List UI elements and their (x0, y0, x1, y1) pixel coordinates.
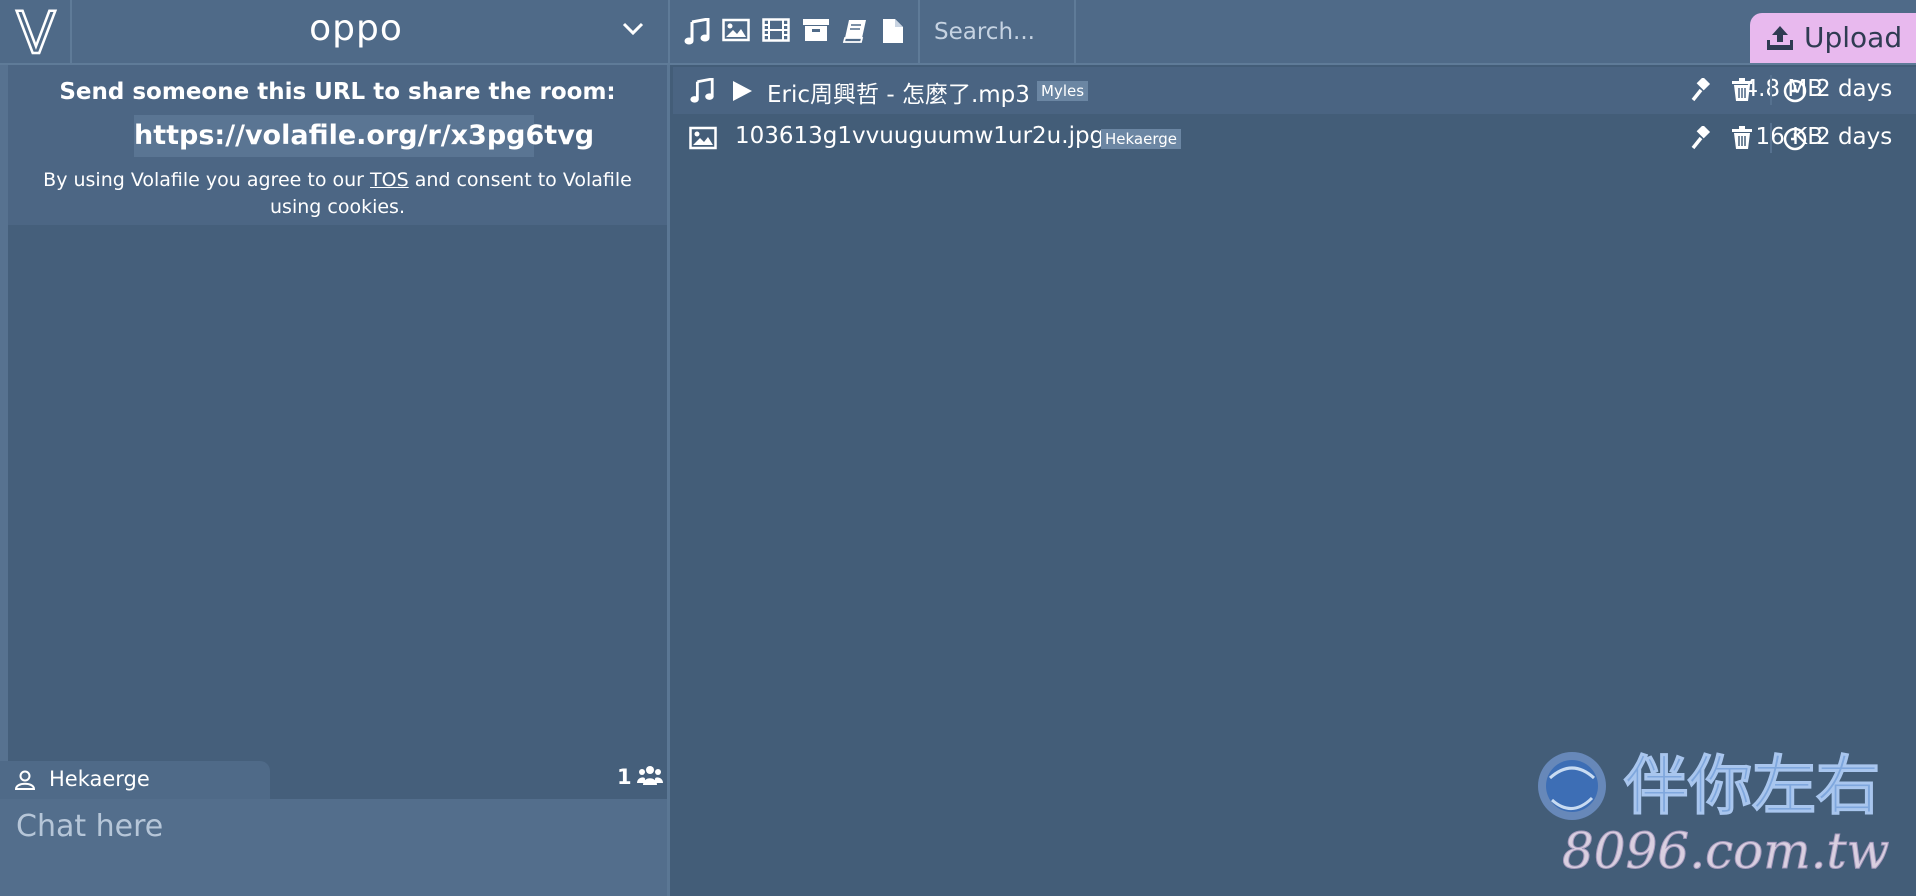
svg-text:V: V (16, 6, 56, 58)
row-divider (1770, 123, 1772, 153)
room-url[interactable]: https://volafile.org/r/x3pg6tvg (134, 115, 594, 157)
user-icon (14, 770, 36, 790)
room-selector[interactable]: oppo (74, 0, 670, 63)
row-divider (1770, 75, 1772, 105)
search-box (918, 0, 1076, 63)
image-icon (722, 18, 750, 42)
upload-button[interactable]: Upload (1750, 13, 1916, 63)
book-filter-button[interactable] (842, 18, 872, 48)
chat-input-area (0, 799, 667, 896)
search-input[interactable] (932, 14, 1066, 50)
music-icon (684, 17, 710, 45)
current-user-tab[interactable]: Hekaerge (0, 761, 270, 799)
user-name: Hekaerge (49, 767, 150, 791)
tos-notice: By using Volafile you agree to our TOS a… (24, 167, 651, 221)
chevron-down-icon[interactable] (622, 22, 644, 36)
trash-icon[interactable] (1731, 78, 1753, 102)
image-filter-button[interactable] (722, 18, 752, 48)
clock-icon (1783, 127, 1807, 151)
film-icon (762, 18, 790, 42)
clock-icon (1783, 79, 1807, 103)
music-icon (690, 78, 714, 103)
logo-v-icon: V (15, 6, 58, 58)
share-room-box: Send someone this URL to share the room:… (8, 65, 667, 225)
music-filter-button[interactable] (684, 17, 714, 48)
chat-input[interactable] (14, 807, 658, 891)
uploader-tag[interactable]: Myles (1037, 81, 1089, 101)
top-bar: V oppo Search... Upload (0, 0, 1916, 65)
user-count: 1 (617, 765, 632, 789)
file-row[interactable]: Eric周興哲 - 怎麼了.mp3 Myles 4.8 MB 2 days (673, 67, 1916, 114)
file-expiry: 2 days (1816, 124, 1893, 150)
file-icon (883, 19, 903, 43)
play-icon[interactable] (731, 80, 753, 102)
trash-icon[interactable] (1731, 126, 1753, 150)
archive-filter-button[interactable] (802, 18, 832, 48)
chat-panel: Send someone this URL to share the room:… (0, 65, 670, 896)
gavel-icon[interactable] (1691, 126, 1715, 150)
uploader-tag[interactable]: Hekaerge (1101, 129, 1182, 149)
tos-link[interactable]: TOS (370, 169, 409, 191)
file-name[interactable]: Eric周興哲 - 怎麼了.mp3 (767, 75, 1030, 109)
watermark-subtitle: 8096.com.tw (1562, 822, 1889, 878)
file-name[interactable]: 103613g1vvuuguumw1ur2u.jpg (735, 123, 1104, 149)
gavel-icon[interactable] (1691, 78, 1715, 102)
document-filter-button[interactable] (882, 18, 912, 48)
image-icon (689, 126, 717, 150)
video-filter-button[interactable] (762, 18, 792, 48)
room-name: oppo (309, 8, 403, 49)
archive-icon (803, 19, 829, 41)
file-row[interactable]: 103613g1vvuuguumw1ur2u.jpg Hekaerge 16 K… (673, 115, 1916, 162)
volafile-logo[interactable]: V (0, 0, 72, 63)
upload-icon (1767, 26, 1793, 50)
file-expiry: 2 days (1816, 76, 1893, 102)
tos-prefix: By using Volafile you agree to our (43, 169, 364, 191)
share-title: Send someone this URL to share the room: (59, 79, 616, 105)
book-icon (842, 20, 866, 43)
upload-label: Upload (1804, 21, 1903, 54)
users-icon[interactable] (637, 764, 663, 786)
watermark-title: 伴你左右 (1623, 750, 1880, 824)
site-watermark: 伴你左右 8096.com.tw (1538, 750, 1890, 878)
